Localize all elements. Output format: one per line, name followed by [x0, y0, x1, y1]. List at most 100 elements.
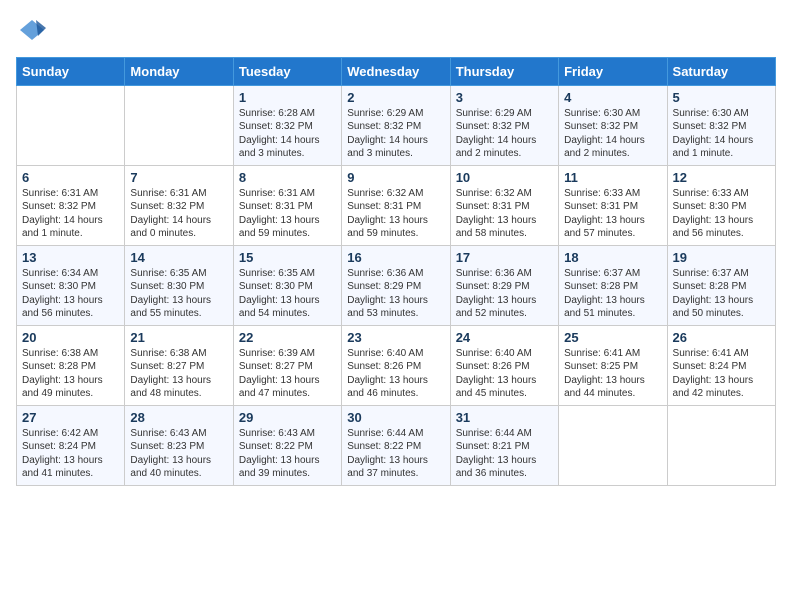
day-cell: 13Sunrise: 6:34 AM Sunset: 8:30 PM Dayli… — [17, 245, 125, 325]
day-info: Sunrise: 6:40 AM Sunset: 8:26 PM Dayligh… — [456, 347, 553, 401]
day-cell: 26 Sunrise: 6:41 AM Sunset: 8:24 PM Dayli… — [667, 325, 775, 405]
page-header — [16, 16, 776, 49]
day-info: Sunrise: 6:43 AM Sunset: 8:22 PM Dayligh… — [239, 427, 336, 481]
week-row-5: 27 Sunrise: 6:42 AM Sunset: 8:24 PM Dayli… — [17, 405, 776, 485]
day-cell: 25 Sunrise: 6:41 AM Sunset: 8:25 PM Dayli… — [559, 325, 667, 405]
day-number: 20 — [22, 330, 119, 345]
header-monday: Monday — [125, 57, 233, 85]
day-number: 30 — [347, 410, 444, 425]
day-info: Sunrise: 6:43 AM Sunset: 8:23 PM Dayligh… — [130, 427, 227, 481]
day-info: Sunrise: 6:40 AM Sunset: 8:26 PM Dayligh… — [347, 347, 444, 401]
day-number: 17 — [456, 250, 553, 265]
day-info: Sunrise: 6:36 AM Sunset: 8:29 PM Dayligh… — [456, 267, 553, 321]
day-info: Sunrise: 6:30 AM Sunset: 8:32 PM Dayligh… — [564, 107, 661, 161]
day-number: 29 — [239, 410, 336, 425]
week-row-4: 20 Sunrise: 6:38 AM Sunset: 8:28 PM Dayli… — [17, 325, 776, 405]
day-cell: 1 Sunrise: 6:28 AM Sunset: 8:32 PM Daylig… — [233, 85, 341, 165]
day-cell: 29 Sunrise: 6:43 AM Sunset: 8:22 PM Dayli… — [233, 405, 341, 485]
day-info: Sunrise: 6:35 AM Sunset: 8:30 PM Dayligh… — [239, 267, 336, 321]
calendar-table: SundayMondayTuesdayWednesdayThursdayFrid… — [16, 57, 776, 486]
day-info: Sunrise: 6:44 AM Sunset: 8:21 PM Dayligh… — [456, 427, 553, 481]
day-cell: 5 Sunrise: 6:30 AM Sunset: 8:32 PM Daylig… — [667, 85, 775, 165]
day-info: Sunrise: 6:41 AM Sunset: 8:24 PM Dayligh… — [673, 347, 770, 401]
day-cell: 7Sunrise: 6:31 AM Sunset: 8:32 PM Daylig… — [125, 165, 233, 245]
day-info: Sunrise: 6:31 AM Sunset: 8:31 PM Dayligh… — [239, 187, 336, 241]
day-cell: 23 Sunrise: 6:40 AM Sunset: 8:26 PM Dayli… — [342, 325, 450, 405]
day-info: Sunrise: 6:30 AM Sunset: 8:32 PM Dayligh… — [673, 107, 770, 161]
day-cell: 31 Sunrise: 6:44 AM Sunset: 8:21 PM Dayli… — [450, 405, 558, 485]
header-saturday: Saturday — [667, 57, 775, 85]
day-cell: 22 Sunrise: 6:39 AM Sunset: 8:27 PM Dayli… — [233, 325, 341, 405]
week-row-2: 6 Sunrise: 6:31 AM Sunset: 8:32 PM Daylig… — [17, 165, 776, 245]
day-cell — [559, 405, 667, 485]
day-number: 1 — [239, 90, 336, 105]
day-info: Sunrise: 6:41 AM Sunset: 8:25 PM Dayligh… — [564, 347, 661, 401]
day-info: Sunrise: 6:33 AM Sunset: 8:30 PM Dayligh… — [673, 187, 770, 241]
header-friday: Friday — [559, 57, 667, 85]
weekday-header-row: SundayMondayTuesdayWednesdayThursdayFrid… — [17, 57, 776, 85]
day-number: 22 — [239, 330, 336, 345]
day-number: 5 — [673, 90, 770, 105]
day-number: 26 — [673, 330, 770, 345]
day-number: 4 — [564, 90, 661, 105]
day-number: 16 — [347, 250, 444, 265]
day-cell: 4 Sunrise: 6:30 AM Sunset: 8:32 PM Daylig… — [559, 85, 667, 165]
day-cell: 24 Sunrise: 6:40 AM Sunset: 8:26 PM Dayli… — [450, 325, 558, 405]
day-info: Sunrise: 6:35 AM Sunset: 8:30 PM Dayligh… — [130, 267, 227, 321]
day-info: Sunrise: 6:31 AM Sunset: 8:32 PM Dayligh… — [130, 187, 227, 241]
header-thursday: Thursday — [450, 57, 558, 85]
day-number: 8 — [239, 170, 336, 185]
day-info: Sunrise: 6:32 AM Sunset: 8:31 PM Dayligh… — [347, 187, 444, 241]
header-tuesday: Tuesday — [233, 57, 341, 85]
day-number: 31 — [456, 410, 553, 425]
day-cell: 12Sunrise: 6:33 AM Sunset: 8:30 PM Dayli… — [667, 165, 775, 245]
day-cell: 18Sunrise: 6:37 AM Sunset: 8:28 PM Dayli… — [559, 245, 667, 325]
logo-icon — [18, 16, 46, 44]
day-info: Sunrise: 6:38 AM Sunset: 8:28 PM Dayligh… — [22, 347, 119, 401]
day-cell: 16 Sunrise: 6:36 AM Sunset: 8:29 PM Dayli… — [342, 245, 450, 325]
day-cell: 6 Sunrise: 6:31 AM Sunset: 8:32 PM Daylig… — [17, 165, 125, 245]
day-info: Sunrise: 6:31 AM Sunset: 8:32 PM Dayligh… — [22, 187, 119, 241]
day-number: 25 — [564, 330, 661, 345]
day-cell: 11 Sunrise: 6:33 AM Sunset: 8:31 PM Dayli… — [559, 165, 667, 245]
day-cell: 20 Sunrise: 6:38 AM Sunset: 8:28 PM Dayli… — [17, 325, 125, 405]
day-number: 19 — [673, 250, 770, 265]
day-number: 15 — [239, 250, 336, 265]
day-number: 27 — [22, 410, 119, 425]
day-number: 23 — [347, 330, 444, 345]
day-cell: 17 Sunrise: 6:36 AM Sunset: 8:29 PM Dayli… — [450, 245, 558, 325]
day-cell: 21 Sunrise: 6:38 AM Sunset: 8:27 PM Dayli… — [125, 325, 233, 405]
day-info: Sunrise: 6:32 AM Sunset: 8:31 PM Dayligh… — [456, 187, 553, 241]
day-number: 24 — [456, 330, 553, 345]
day-cell: 19 Sunrise: 6:37 AM Sunset: 8:28 PM Dayli… — [667, 245, 775, 325]
day-cell: 8 Sunrise: 6:31 AM Sunset: 8:31 PM Daylig… — [233, 165, 341, 245]
day-number: 10 — [456, 170, 553, 185]
day-cell: 10 Sunrise: 6:32 AM Sunset: 8:31 PM Dayli… — [450, 165, 558, 245]
day-number: 14 — [130, 250, 227, 265]
day-info: Sunrise: 6:29 AM Sunset: 8:32 PM Dayligh… — [456, 107, 553, 161]
day-cell — [125, 85, 233, 165]
day-number: 21 — [130, 330, 227, 345]
day-number: 13 — [22, 250, 119, 265]
day-info: Sunrise: 6:33 AM Sunset: 8:31 PM Dayligh… — [564, 187, 661, 241]
day-info: Sunrise: 6:36 AM Sunset: 8:29 PM Dayligh… — [347, 267, 444, 321]
day-number: 6 — [22, 170, 119, 185]
day-cell: 27 Sunrise: 6:42 AM Sunset: 8:24 PM Dayli… — [17, 405, 125, 485]
day-cell: 2Sunrise: 6:29 AM Sunset: 8:32 PM Daylig… — [342, 85, 450, 165]
day-number: 2 — [347, 90, 444, 105]
day-info: Sunrise: 6:39 AM Sunset: 8:27 PM Dayligh… — [239, 347, 336, 401]
day-info: Sunrise: 6:37 AM Sunset: 8:28 PM Dayligh… — [673, 267, 770, 321]
week-row-1: 1 Sunrise: 6:28 AM Sunset: 8:32 PM Daylig… — [17, 85, 776, 165]
day-info: Sunrise: 6:44 AM Sunset: 8:22 PM Dayligh… — [347, 427, 444, 481]
day-number: 11 — [564, 170, 661, 185]
day-info: Sunrise: 6:38 AM Sunset: 8:27 PM Dayligh… — [130, 347, 227, 401]
header-wednesday: Wednesday — [342, 57, 450, 85]
day-info: Sunrise: 6:42 AM Sunset: 8:24 PM Dayligh… — [22, 427, 119, 481]
day-cell: 14 Sunrise: 6:35 AM Sunset: 8:30 PM Dayli… — [125, 245, 233, 325]
day-cell: 28Sunrise: 6:43 AM Sunset: 8:23 PM Dayli… — [125, 405, 233, 485]
day-cell: 3Sunrise: 6:29 AM Sunset: 8:32 PM Daylig… — [450, 85, 558, 165]
day-number: 18 — [564, 250, 661, 265]
day-info: Sunrise: 6:28 AM Sunset: 8:32 PM Dayligh… — [239, 107, 336, 161]
day-cell — [17, 85, 125, 165]
logo — [16, 16, 46, 49]
